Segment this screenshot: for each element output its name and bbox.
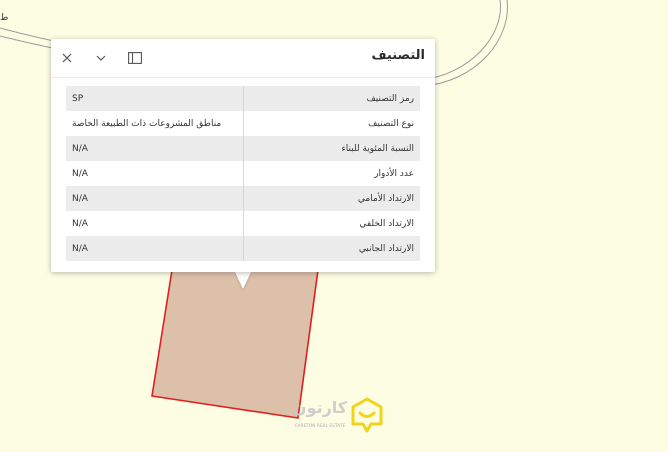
table-row: مناطق المشروعات ذات الطبيعة الخاصة نوع ا…	[66, 111, 420, 136]
chevron-down-icon	[96, 55, 106, 61]
watermark-subtitle: CARETON REAL ESTATE	[294, 423, 346, 428]
dock-panel-icon	[128, 52, 142, 64]
watermark-name: كارتون	[292, 398, 348, 417]
watermark-logo: كارتون CARETON REAL ESTATE	[285, 396, 387, 438]
attr-label: نوع التصنيف	[243, 111, 420, 136]
collapse-button[interactable]	[90, 47, 112, 69]
attr-label: الارتداد الخلفي	[243, 211, 420, 236]
attr-label: الارتداد الأمامي	[243, 186, 420, 211]
classification-popup: التصنيف SP رمز التصنيف مناطق المشروعات ذ…	[51, 39, 435, 272]
attr-value: مناطق المشروعات ذات الطبيعة الخاصة	[72, 118, 222, 129]
popup-pointer	[235, 272, 251, 289]
attr-value: N/A	[66, 186, 244, 211]
close-icon	[62, 53, 72, 63]
attr-value: SP	[66, 86, 244, 111]
table-row: N/A الارتداد الخلفي	[66, 211, 420, 236]
close-button[interactable]	[56, 47, 78, 69]
attr-label: رمز التصنيف	[243, 86, 420, 111]
attr-label: الارتداد الجانبي	[243, 236, 420, 261]
dock-button[interactable]	[124, 47, 146, 69]
table-row: N/A الارتداد الأمامي	[66, 186, 420, 211]
table-row: N/A الارتداد الجانبي	[66, 236, 420, 261]
attributes-table: SP رمز التصنيف مناطق المشروعات ذات الطبي…	[66, 86, 420, 261]
attr-value: N/A	[66, 236, 244, 261]
popup-header: التصنيف	[51, 39, 435, 78]
map-label: ط	[0, 13, 9, 23]
popup-title: التصنيف	[371, 48, 425, 63]
attr-label: النسبة المئوية للبناء	[243, 136, 420, 161]
table-row: N/A عدد الأدوار	[66, 161, 420, 186]
attr-value: N/A	[72, 218, 88, 229]
attr-label: عدد الأدوار	[243, 161, 420, 186]
table-row: SP رمز التصنيف	[66, 86, 420, 111]
attr-value: N/A	[72, 168, 88, 179]
attr-value: N/A	[66, 136, 244, 161]
table-row: N/A النسبة المئوية للبناء	[66, 136, 420, 161]
house-chat-icon	[351, 397, 383, 433]
